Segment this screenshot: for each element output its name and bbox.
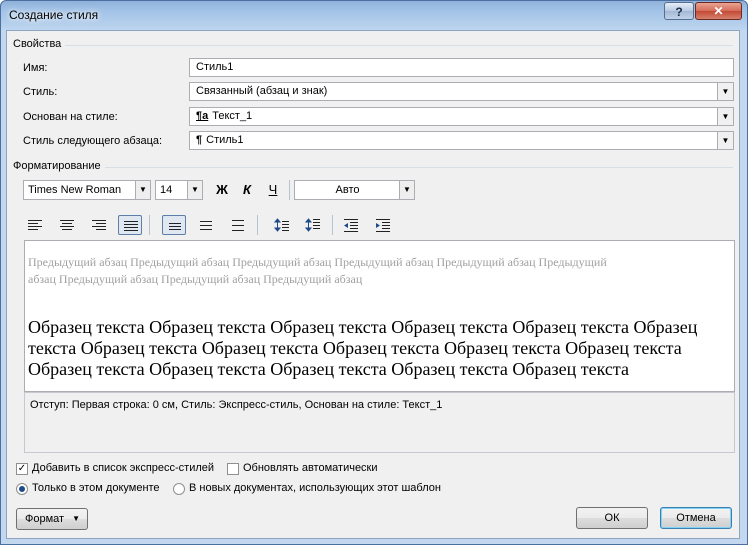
ok-button[interactable]: ОК (576, 507, 648, 529)
font-size-select[interactable]: 14 ▼ (155, 180, 203, 200)
add-quick-style-checkbox[interactable]: ✓ (16, 463, 28, 475)
decrease-indent-icon[interactable] (339, 215, 363, 235)
properties-group-label: Свойства (13, 38, 66, 50)
align-center-icon[interactable] (55, 215, 79, 235)
format-button-label: Формат (25, 513, 65, 525)
double-spacing-icon[interactable] (226, 215, 250, 235)
add-quick-style-label: Добавить в список экспресс-стилей (32, 462, 215, 474)
close-button[interactable]: ✕ (695, 2, 742, 20)
align-justify-icon[interactable] (118, 215, 142, 235)
style-preview: Предыдущий абзац Предыдущий абзац Предыд… (24, 240, 735, 392)
based-on-value: Текст_1 (212, 110, 253, 122)
chevron-down-icon: ▼ (72, 514, 80, 523)
space-before-icon[interactable] (270, 215, 294, 235)
paragraph-style-icon: ¶ (196, 134, 203, 146)
new-documents-radio[interactable] (173, 483, 185, 495)
chevron-down-icon[interactable]: ▼ (717, 132, 733, 149)
only-this-document-radio[interactable] (16, 483, 28, 495)
based-on-label: Основан на стиле: (23, 111, 118, 123)
font-color-value: Авто (335, 184, 360, 196)
font-size-value: 14 (160, 184, 173, 196)
dialog-body: Свойства Имя: Стиль1 Стиль: Связанный (а… (6, 30, 740, 539)
name-label: Имя: (23, 62, 48, 74)
cancel-button[interactable]: Отмена (660, 507, 732, 529)
properties-divider (13, 45, 733, 46)
chevron-down-icon[interactable]: ▼ (717, 108, 733, 125)
auto-update-checkbox[interactable] (227, 463, 239, 475)
style-description: Отступ: Первая строка: 0 см, Стиль: Эксп… (24, 392, 735, 453)
new-documents-label: В новых документах, использующих этот ша… (189, 482, 441, 494)
space-after-icon[interactable] (301, 215, 325, 235)
sample-text-preview: Образец текста Образец текста Образец те… (28, 317, 698, 379)
chevron-down-icon[interactable]: ▼ (717, 83, 733, 100)
toolbar-separator (332, 215, 333, 235)
help-button[interactable]: ? (664, 2, 694, 20)
font-color-select[interactable]: Авто ▼ (294, 180, 415, 200)
window-title: Создание стиля (9, 8, 99, 22)
font-select[interactable]: Times New Roman ▼ (23, 180, 151, 200)
name-field[interactable]: Стиль1 (189, 58, 734, 77)
underline-button[interactable]: Ч (263, 180, 283, 200)
chevron-down-icon[interactable]: ▼ (187, 181, 202, 199)
style-type-value: Связанный (абзац и знак) (196, 85, 328, 97)
style-type-select[interactable]: Связанный (абзац и знак) ▼ (189, 82, 734, 101)
toolbar-separator (149, 215, 150, 235)
linked-style-icon: ¶a (196, 110, 209, 122)
title-bar[interactable]: Создание стиля ? ✕ (1, 1, 747, 31)
font-value: Times New Roman (28, 184, 122, 196)
formatting-group-label: Форматирование (13, 160, 105, 172)
bold-button[interactable]: Ж (212, 180, 232, 200)
formatting-divider (13, 167, 733, 168)
chevron-down-icon[interactable]: ▼ (135, 181, 150, 199)
toolbar-separator (289, 180, 290, 200)
one-half-spacing-icon[interactable] (194, 215, 218, 235)
style-type-label: Стиль: (23, 86, 58, 98)
next-style-value: Стиль1 (206, 134, 244, 146)
only-this-document-label: Только в этом документе (32, 482, 160, 494)
align-left-icon[interactable] (23, 215, 47, 235)
next-style-select[interactable]: ¶ Стиль1 ▼ (189, 131, 734, 150)
next-style-label: Стиль следующего абзаца: (23, 135, 163, 147)
increase-indent-icon[interactable] (371, 215, 395, 235)
based-on-select[interactable]: ¶a Текст_1 ▼ (189, 107, 734, 126)
chevron-down-icon[interactable]: ▼ (399, 181, 414, 199)
auto-update-label: Обновлять автоматически (243, 462, 378, 474)
toolbar-separator (257, 215, 258, 235)
previous-paragraph-preview: Предыдущий абзац Предыдущий абзац Предыд… (28, 255, 607, 286)
italic-button[interactable]: К (237, 180, 257, 200)
single-spacing-icon[interactable] (162, 215, 186, 235)
format-button[interactable]: Формат ▼ (16, 508, 88, 530)
align-right-icon[interactable] (87, 215, 111, 235)
